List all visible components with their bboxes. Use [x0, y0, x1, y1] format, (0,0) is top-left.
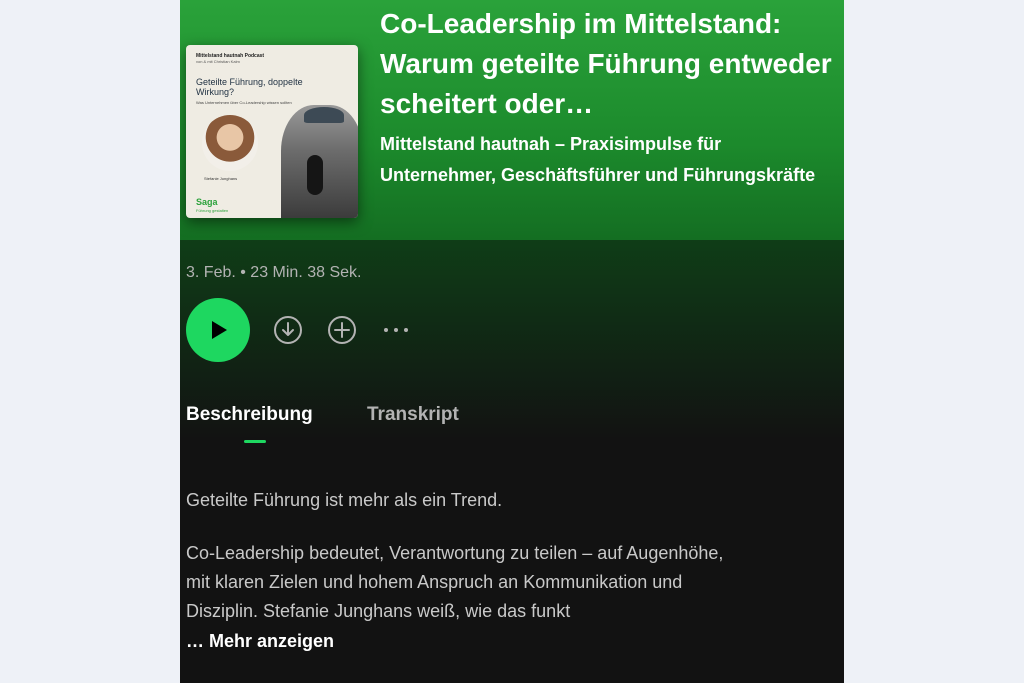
description-paragraph-2: Co-Leadership bedeutet, Verantwortung zu… [186, 543, 724, 621]
more-icon [384, 328, 408, 332]
episode-meta: 3. Feb. • 23 Min. 38 Sek. [186, 264, 362, 281]
show-name-link[interactable]: Mittelstand hautnah – Praxisimpulse für … [380, 129, 820, 191]
description-paragraph-1: Geteilte Führung ist mehr als ein Trend. [186, 490, 503, 510]
guest-photo [202, 115, 258, 171]
download-button[interactable] [273, 315, 303, 345]
host-cap [304, 107, 344, 123]
microphone-icon [307, 155, 323, 195]
cover-guest-name: Stefanie Junghans [204, 176, 238, 181]
episode-title: Co-Leadership im Mittelstand: Warum gete… [380, 8, 832, 119]
cover-brand-sub: von & mit Christian Kalm [196, 59, 240, 64]
tab-description[interactable]: Beschreibung [186, 404, 313, 426]
active-tab-indicator [244, 440, 266, 443]
add-to-library-button[interactable] [327, 315, 357, 345]
cover-logo: Saga [196, 197, 218, 207]
add-icon [328, 316, 356, 344]
play-button[interactable] [186, 298, 250, 362]
cover-subtitle: Was Unternehmen über Co-Leadership wisse… [196, 100, 292, 105]
cover-logo-sub: Führung gestalten [196, 208, 229, 213]
episode-cover-art: Mittelstand hautnah Podcast von & mit Ch… [186, 45, 358, 218]
tab-transcript[interactable]: Transkript [367, 404, 459, 426]
cover-title: Geteilte Führung, doppelte Wirkung? [196, 77, 303, 97]
download-icon [274, 316, 302, 344]
play-icon [212, 321, 227, 339]
episode-panel: Mittelstand hautnah Podcast von & mit Ch… [180, 0, 844, 683]
more-options-button[interactable] [380, 315, 412, 345]
show-more-link[interactable]: … Mehr anzeigen [186, 631, 334, 652]
